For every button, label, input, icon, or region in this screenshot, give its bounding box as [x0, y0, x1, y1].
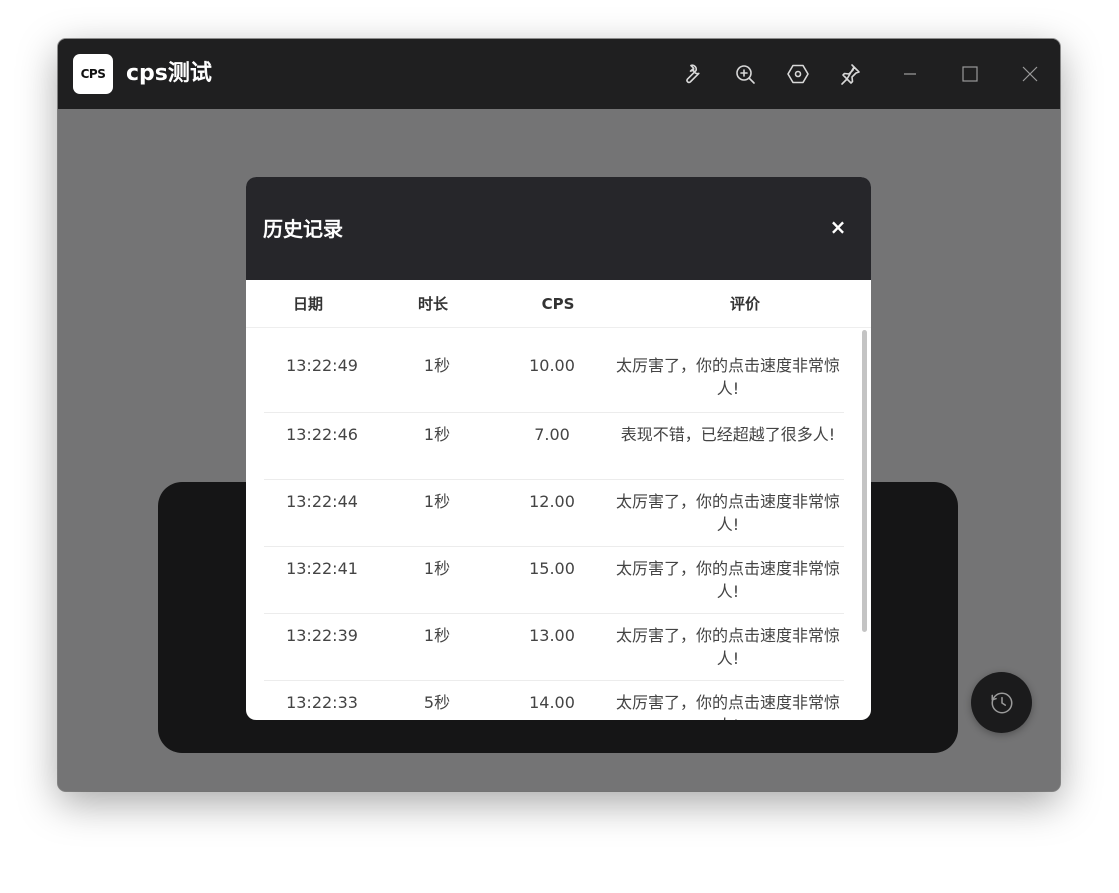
modal-close-button[interactable]: ×	[826, 215, 850, 239]
cell-date: 13:22:39	[286, 626, 358, 645]
cell-cps: 12.00	[529, 492, 575, 511]
zoom-in-icon[interactable]	[730, 59, 760, 89]
table-row: 13:22:46 1秒 7.00 表现不错，已经超越了很多人!	[264, 413, 844, 480]
scrollbar-thumb[interactable]	[862, 330, 867, 632]
column-header-evaluation[interactable]: 评价	[626, 280, 864, 328]
cell-date: 13:22:41	[286, 559, 358, 578]
cell-evaluation: 太厉害了，你的点击速度非常惊人!	[615, 559, 840, 601]
table-row: 13:22:33 5秒 14.00 太厉害了，你的点击速度非常惊人!	[264, 681, 844, 720]
column-header-cps[interactable]: CPS	[514, 280, 602, 328]
table-row: 13:22:41 1秒 15.00 太厉害了，你的点击速度非常惊人!	[264, 547, 844, 614]
column-header-duration[interactable]: 时长	[389, 280, 477, 328]
history-icon	[990, 691, 1013, 714]
maximize-icon[interactable]	[955, 59, 985, 89]
cell-cps: 14.00	[529, 693, 575, 712]
modal-header: 历史记录 ×	[246, 177, 871, 280]
table-row: 13:22:39 1秒 13.00 太厉害了，你的点击速度非常惊人!	[264, 614, 844, 681]
cell-date: 13:22:33	[286, 693, 358, 712]
history-modal: 历史记录 × 日期 时长 CPS 评价 13:22:49 1秒 10.00 太厉…	[246, 177, 871, 720]
cell-cps: 10.00	[529, 356, 575, 375]
cell-cps: 15.00	[529, 559, 575, 578]
cell-date: 13:22:46	[286, 425, 358, 444]
cell-duration: 1秒	[423, 356, 451, 375]
history-button[interactable]	[971, 672, 1032, 733]
table-body[interactable]: 13:22:49 1秒 10.00 太厉害了，你的点击速度非常惊人! 13:22…	[246, 328, 871, 720]
cell-date: 13:22:49	[286, 356, 358, 375]
cell-evaluation: 太厉害了，你的点击速度非常惊人!	[615, 626, 840, 668]
cell-cps: 7.00	[534, 425, 570, 444]
pin-icon[interactable]	[835, 59, 865, 89]
settings-hex-icon[interactable]	[783, 59, 813, 89]
cell-cps: 13.00	[529, 626, 575, 645]
table-row: 13:22:49 1秒 10.00 太厉害了，你的点击速度非常惊人!	[264, 328, 844, 413]
cell-evaluation: 太厉害了，你的点击速度非常惊人!	[615, 693, 840, 720]
wrench-icon[interactable]	[678, 59, 708, 89]
modal-title: 历史记录	[263, 217, 343, 241]
app-window: CPS cps测试 历史记录 × 日期 时长 CPS 评价 13:22:49 1…	[58, 39, 1060, 791]
title-bar[interactable]: CPS cps测试	[58, 39, 1060, 109]
cell-evaluation: 太厉害了，你的点击速度非常惊人!	[615, 356, 840, 398]
cell-duration: 5秒	[423, 693, 451, 712]
table-header: 日期 时长 CPS 评价	[246, 280, 871, 328]
column-header-date[interactable]: 日期	[264, 280, 352, 328]
cell-duration: 1秒	[423, 492, 451, 511]
cell-date: 13:22:44	[286, 492, 358, 511]
app-title: cps测试	[126, 61, 212, 86]
cell-evaluation: 表现不错，已经超越了很多人!	[620, 425, 836, 444]
cell-evaluation: 太厉害了，你的点击速度非常惊人!	[615, 492, 840, 534]
cell-duration: 1秒	[423, 626, 451, 645]
minimize-icon[interactable]	[895, 59, 925, 89]
close-icon[interactable]	[1015, 59, 1045, 89]
app-logo: CPS	[73, 54, 113, 94]
cell-duration: 1秒	[423, 559, 451, 578]
table-row: 13:22:44 1秒 12.00 太厉害了，你的点击速度非常惊人!	[264, 480, 844, 547]
cell-duration: 1秒	[423, 425, 451, 444]
